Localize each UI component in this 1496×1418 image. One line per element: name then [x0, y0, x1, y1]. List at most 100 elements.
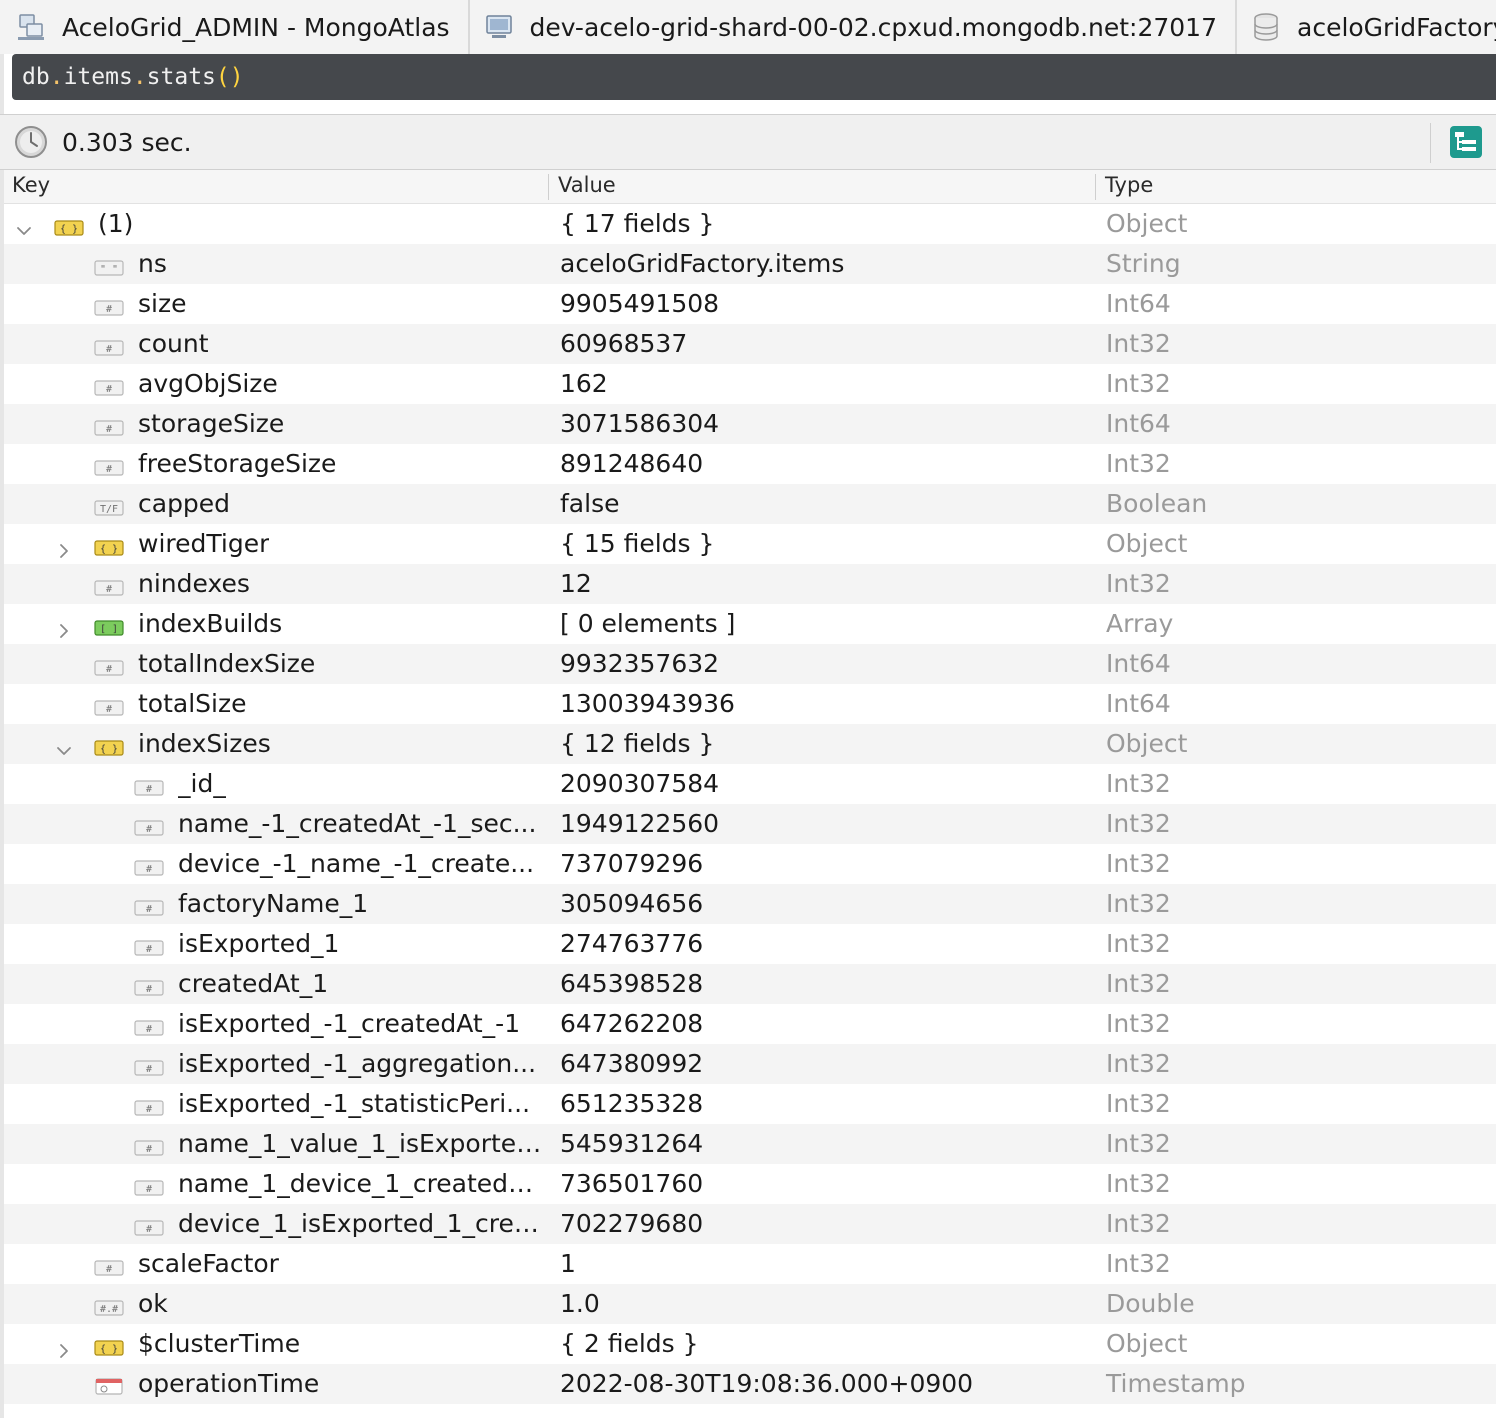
row-key: $clusterTime [138, 1329, 301, 1358]
tree-row[interactable]: { } indexSizes { 12 fields } Object [4, 724, 1496, 764]
row-type: Timestamp [1106, 1369, 1246, 1398]
tree-row[interactable]: { } wiredTiger { 15 fields } Object [4, 524, 1496, 564]
svg-text:#: # [146, 1064, 152, 1075]
chevron-right-icon[interactable] [56, 1336, 72, 1358]
row-value: { 2 fields } [560, 1329, 699, 1358]
timestamp-icon [94, 1373, 124, 1402]
row-type: Int32 [1106, 1209, 1171, 1238]
tree-row[interactable]: # name_1_device_1_createdA... 736501760 Int… [4, 1164, 1496, 1204]
number-icon: # [94, 373, 124, 402]
chevron-right-icon[interactable] [56, 616, 72, 638]
tree-row[interactable]: # isExported_1 274763776 Int32 [4, 924, 1496, 964]
tree-row[interactable]: { } $clusterTime { 2 fields } Object [4, 1324, 1496, 1364]
tree-row[interactable]: # name_1_value_1_isExported... 545931264 In… [4, 1124, 1496, 1164]
row-value: 2022-08-30T19:08:36.000+0900 [560, 1369, 974, 1398]
query-editor[interactable]: db.items.stats() [12, 54, 1496, 100]
connection-icon [18, 14, 44, 40]
query-dot: . [49, 64, 64, 90]
column-header: Key Value Type [4, 170, 1496, 204]
server-segment[interactable]: dev-acelo-grid-shard-00-02.cpxud.mongodb… [467, 0, 1217, 54]
row-value: 651235328 [560, 1089, 704, 1118]
row-key: capped [138, 489, 231, 518]
svg-text:#.#: #.# [100, 1304, 118, 1315]
row-type: Int32 [1106, 769, 1171, 798]
database-segment[interactable]: aceloGridFactory [1235, 0, 1496, 54]
row-key: isExported_1 [178, 929, 340, 958]
tree-row[interactable]: # isExported_-1_aggregation... 647380992 In… [4, 1044, 1496, 1084]
tree-row[interactable]: # count 60968537 Int32 [4, 324, 1496, 364]
number-icon: # [94, 413, 124, 442]
query-text: db.items.stats() [12, 64, 244, 90]
chevron-down-icon[interactable] [56, 736, 72, 755]
svg-text:#: # [106, 584, 112, 595]
row-type: Int64 [1106, 689, 1171, 718]
tree-row[interactable]: # name_-1_createdAt_-1_sec... 1949122560 In… [4, 804, 1496, 844]
database-icon [1254, 13, 1278, 41]
object-icon: { } [94, 1333, 124, 1362]
row-key: (1) [98, 209, 134, 238]
tree-row[interactable]: # isExported_-1_statisticPeri... 651235328… [4, 1084, 1496, 1124]
tree-row[interactable]: " " ns aceloGridFactory.items String [4, 244, 1496, 284]
tree-row[interactable]: # scaleFactor 1 Int32 [4, 1244, 1496, 1284]
tree-row[interactable]: [ ] indexBuilds [ 0 elements ] Array [4, 604, 1496, 644]
row-type: Int64 [1106, 649, 1171, 678]
tree-row[interactable]: { } (1) { 17 fields } Object [4, 204, 1496, 244]
row-type: Array [1106, 609, 1174, 638]
column-type[interactable]: Type [1105, 173, 1153, 197]
row-key: name_1_device_1_createdA... [178, 1169, 544, 1198]
tree-row[interactable]: # totalSize 13003943936 Int64 [4, 684, 1496, 724]
tree-row[interactable]: T/F capped false Boolean [4, 484, 1496, 524]
tree-row[interactable]: # avgObjSize 162 Int32 [4, 364, 1496, 404]
number-icon: # [134, 1213, 164, 1242]
row-value: { 17 fields } [560, 209, 715, 238]
tree-row[interactable]: # isExported_-1_createdAt_-1 647262208 Int3… [4, 1004, 1496, 1044]
number-icon: # [134, 1173, 164, 1202]
row-value: 13003943936 [560, 689, 735, 718]
svg-text:#: # [106, 384, 112, 395]
column-key[interactable]: Key [12, 173, 50, 197]
boolean-icon: T/F [94, 493, 124, 522]
tree-row[interactable]: # freeStorageSize 891248640 Int32 [4, 444, 1496, 484]
tree-row[interactable]: # _id_ 2090307584 Int32 [4, 764, 1496, 804]
tree-row[interactable]: # nindexes 12 Int32 [4, 564, 1496, 604]
row-key: totalSize [138, 689, 247, 718]
column-resizer[interactable] [1095, 174, 1096, 200]
tree-row[interactable]: # device_-1_name_-1_create... 737079296 Int… [4, 844, 1496, 884]
column-resizer[interactable] [548, 174, 549, 200]
number-icon: # [134, 1093, 164, 1122]
tree-row[interactable]: operationTime 2022-08-30T19:08:36.000+090… [4, 1364, 1496, 1404]
row-type: String [1106, 249, 1181, 278]
tree-row[interactable]: # createdAt_1 645398528 Int32 [4, 964, 1496, 1004]
number-icon: # [94, 453, 124, 482]
tree-row[interactable]: # storageSize 3071586304 Int64 [4, 404, 1496, 444]
column-value[interactable]: Value [558, 173, 616, 197]
row-key: avgObjSize [138, 369, 278, 398]
row-value: 1 [560, 1249, 576, 1278]
svg-text:#: # [106, 1264, 112, 1275]
tree-row[interactable]: # size 9905491508 Int64 [4, 284, 1496, 324]
row-value: 12 [560, 569, 592, 598]
tree-row[interactable]: #.# ok 1.0 Double [4, 1284, 1496, 1324]
tree-row[interactable]: # totalIndexSize 9932357632 Int64 [4, 644, 1496, 684]
query-parens: () [215, 64, 244, 90]
query-db: db [22, 64, 50, 90]
tree-row[interactable]: # factoryName_1 305094656 Int32 [4, 884, 1496, 924]
tree-view-icon[interactable] [1449, 125, 1483, 159]
svg-text:#: # [146, 824, 152, 835]
connection-segment[interactable]: AceloGrid_ADMIN - MongoAtlas [0, 0, 450, 54]
number-icon: # [134, 973, 164, 1002]
chevron-right-icon[interactable] [56, 536, 72, 558]
row-key: operationTime [138, 1369, 320, 1398]
tree-row[interactable]: # device_1_isExported_1_crea... 702279680 I… [4, 1204, 1496, 1244]
number-icon: # [134, 1053, 164, 1082]
chevron-down-icon[interactable] [16, 216, 32, 235]
number-icon: # [134, 1013, 164, 1042]
svg-text:#: # [146, 1144, 152, 1155]
number-icon: # [94, 1253, 124, 1282]
number-icon: # [134, 813, 164, 842]
row-type: Int32 [1106, 1089, 1171, 1118]
number-icon: # [94, 653, 124, 682]
svg-text:#: # [146, 904, 152, 915]
row-value: [ 0 elements ] [560, 609, 736, 638]
query-dot: . [132, 64, 147, 90]
